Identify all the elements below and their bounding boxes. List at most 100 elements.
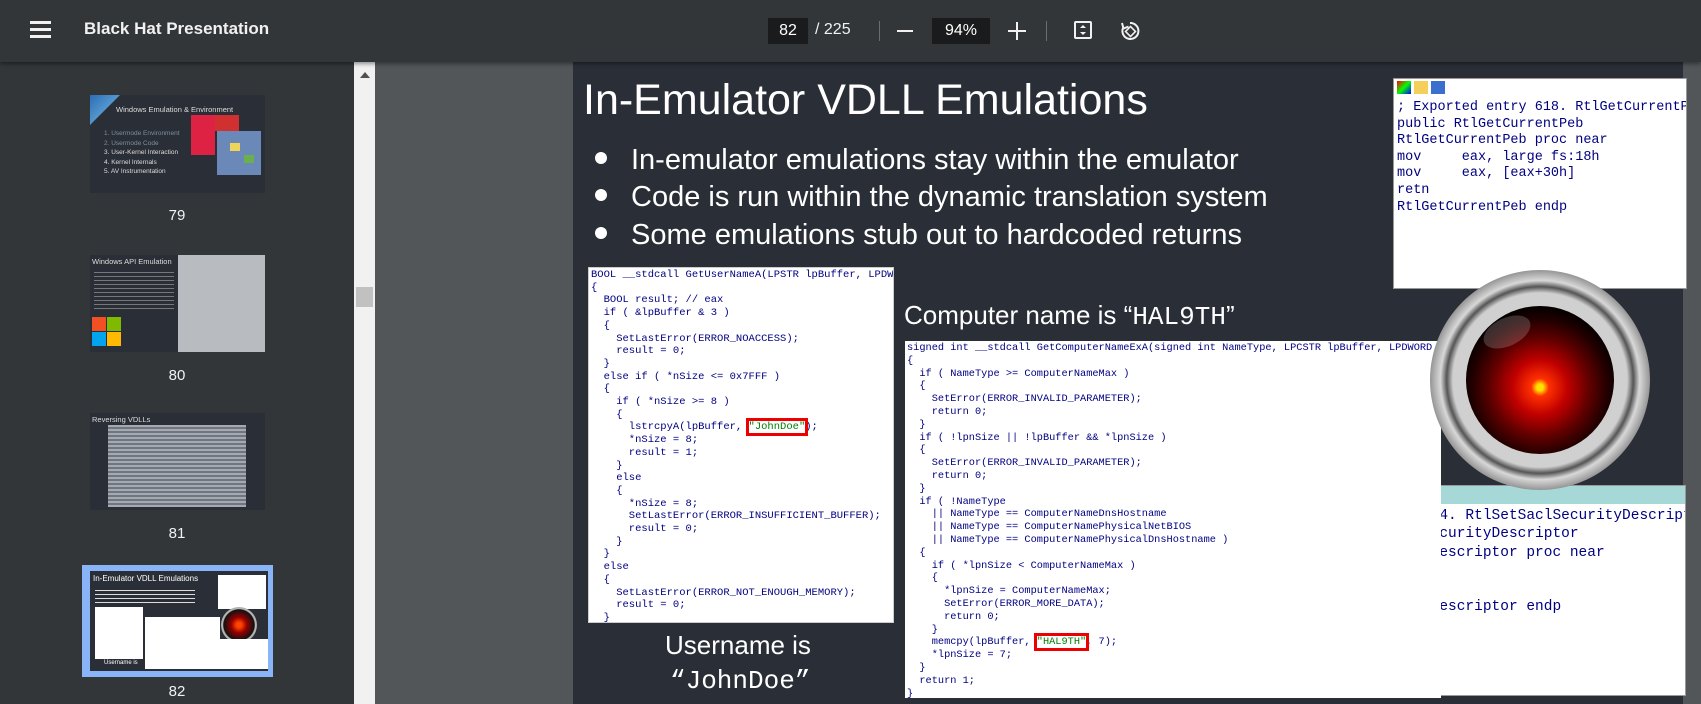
thumbnail-item: 5. AV Instrumentation <box>104 168 166 175</box>
code-line: if ( *nSize >= 8 ) <box>591 396 730 409</box>
code-line: } <box>591 548 610 561</box>
code-line: if ( NameType >= ComputerNameMax ) <box>907 367 1130 380</box>
bullet-dot-icon <box>595 227 607 240</box>
page-number-input[interactable]: 82 <box>768 18 808 44</box>
code-line: return 0; <box>907 610 1000 623</box>
code-line: } <box>591 357 610 370</box>
code-line: } <box>907 687 914 698</box>
thumbnail-number: 81 <box>168 525 186 542</box>
hal9000-image <box>1430 270 1650 490</box>
code-line: SetLastError(ERROR_INSUFFICIENT_BUFFER); <box>591 510 881 523</box>
page-thumbnail-80[interactable]: Windows API Emulation <box>90 255 265 352</box>
bullet-dot-icon <box>595 189 607 202</box>
code-line: BOOL __stdcall GetUserNameA(LPSTR lpBuff… <box>591 269 894 281</box>
caption-text: Computer name is “ <box>904 300 1133 330</box>
document-title: Black Hat Presentation <box>84 19 270 38</box>
code-line: { <box>591 408 623 421</box>
rotate-icon[interactable] <box>1118 19 1142 43</box>
code-line: } <box>591 459 623 472</box>
code-line: } <box>591 611 610 623</box>
code-line: mov eax, [eax+30h] <box>1397 166 1576 182</box>
code-line: if ( !lpnSize || !lpBuffer && *lpnSize ) <box>907 431 1167 444</box>
code-line: *nSize = 8; <box>591 434 699 447</box>
bullet-text: Some emulations stub out to hardcoded re… <box>631 219 1242 251</box>
code-line: RtlGetCurrentPeb proc near <box>1397 133 1608 149</box>
code-line: { <box>591 573 610 586</box>
highlighted-string: "HAL9TH" <box>1033 633 1090 652</box>
scroll-up-arrow-icon[interactable] <box>360 72 370 78</box>
zoom-in-icon[interactable] <box>1008 22 1026 40</box>
code-line: { <box>907 546 926 559</box>
code-line: result = 1; <box>591 446 699 459</box>
bullet-item: In-emulator emulations stay within the e… <box>595 144 1239 177</box>
code-line: SetLastError(ERROR_NOACCESS); <box>591 332 799 345</box>
toolbar: Black Hat Presentation 82 / 225 94% <box>0 0 1701 62</box>
fit-to-page-icon[interactable] <box>1074 21 1092 39</box>
bullet-text: In-emulator emulations stay within the e… <box>631 144 1239 176</box>
toolbar-divider <box>1046 21 1047 41</box>
thumbnail-item: 3. User-Kernel Interaction <box>104 149 179 156</box>
code-line: *lpnSize = 7; <box>907 649 1013 662</box>
code-line: || NameType == ComputerNamePhysicalDnsHo… <box>907 533 1229 546</box>
code-line: { <box>907 380 926 393</box>
code-line: result = 0; <box>591 345 686 358</box>
zoom-out-icon[interactable] <box>897 30 913 32</box>
code-line: public RtlGetCurrentPeb <box>1397 116 1584 132</box>
caption-code: HAL9TH <box>1132 302 1226 332</box>
code-line: return 1; <box>907 674 975 687</box>
pseudocode-getcomputernameexa: signed int __stdcall GetComputerNameExA(… <box>905 341 1441 698</box>
zoom-level-input[interactable]: 94% <box>932 18 990 44</box>
code-line: else <box>591 472 642 485</box>
disassembly-window-header <box>1394 79 1686 97</box>
code-line: memcpy(lpBuffer, "HAL9TH", 7); <box>907 633 1118 652</box>
code-line: lstrcpyA(lpBuffer, "JohnDoe"); <box>591 418 818 437</box>
code-line: return 0; <box>907 469 988 482</box>
code-line: result = 0; <box>591 523 699 536</box>
code-line: *lpnSize = ComputerNameMax; <box>907 585 1111 598</box>
code-line: || NameType == ComputerNamePhysicalNetBI… <box>907 521 1192 534</box>
code-line: ; Exported entry 618. RtlGetCurrentPeb <box>1397 100 1687 115</box>
thumbnail-number: 82 <box>168 683 186 700</box>
scrollbar-thumb[interactable] <box>356 287 373 307</box>
graph-icon <box>1431 81 1445 94</box>
thumbnail-number: 79 <box>168 207 186 224</box>
code-line: return 0; <box>907 405 988 418</box>
bullet-text: Code is run within the dynamic translati… <box>631 181 1268 213</box>
code-line: retn <box>1397 182 1430 198</box>
code-line: SetLastError(ERROR_NOT_ENOUGH_MEMORY); <box>591 586 856 599</box>
thumbnail-title: Windows Emulation & Environment <box>116 105 234 114</box>
code-line: else <box>591 561 629 574</box>
thumbnail-title: In-Emulator VDLL Emulations <box>93 574 199 583</box>
code-line: mov eax, large fs:18h <box>1397 149 1600 165</box>
code-line: { <box>591 319 610 332</box>
code-line: if ( !NameType <box>907 495 1006 508</box>
sidebar-scrollbar[interactable] <box>354 62 375 704</box>
page-thumbnail-79[interactable]: Windows Emulation & Environment 1. Userm… <box>90 95 265 193</box>
code-line: { <box>907 354 914 367</box>
thumbnail-caption: Username is <box>104 660 138 666</box>
code-line: else if ( *nSize <= 0x7FFF ) <box>591 370 781 383</box>
code-line: || NameType == ComputerNameDnsHostname <box>907 508 1167 521</box>
palette-icon <box>1397 81 1411 94</box>
code-line: *nSize = 8; <box>591 497 699 510</box>
username-caption-line1: Username is <box>665 630 811 660</box>
username-caption-line2: “JohnDoe” <box>670 666 811 696</box>
disassembly-window-rtlgetcurrentpeb: ; Exported entry 618. RtlGetCurrentPeb pu… <box>1393 78 1687 289</box>
pseudocode-getusernamea: BOOL __stdcall GetUserNameA(LPSTR lpBuff… <box>588 267 894 623</box>
thumbnail-title: Windows API Emulation <box>92 257 172 266</box>
code-line: } <box>591 535 623 548</box>
thumbnail-item: 2. Usermode Code <box>104 139 159 147</box>
code-line: if ( &lpBuffer & 3 ) <box>591 307 730 320</box>
menu-icon[interactable] <box>30 21 52 39</box>
code-line: { <box>907 444 926 457</box>
highlighted-string: "JohnDoe" <box>745 418 809 437</box>
toolbar-divider <box>879 21 880 41</box>
code-line: signed int __stdcall GetComputerNameExA(… <box>907 342 1441 354</box>
bullet-dot-icon <box>595 152 607 165</box>
code-line: SetError(ERROR_INVALID_PARAMETER); <box>907 457 1142 470</box>
slide-title: In-Emulator VDLL Emulations <box>583 76 1148 124</box>
thumbnail-item: 1. Usermode Environment <box>104 130 180 137</box>
page-thumbnail-82[interactable]: In-Emulator VDLL Emulations Username is <box>90 571 268 671</box>
code-line: BOOL result; // eax <box>591 294 724 307</box>
page-thumbnail-81[interactable]: Reversing VDLLs <box>90 413 265 510</box>
